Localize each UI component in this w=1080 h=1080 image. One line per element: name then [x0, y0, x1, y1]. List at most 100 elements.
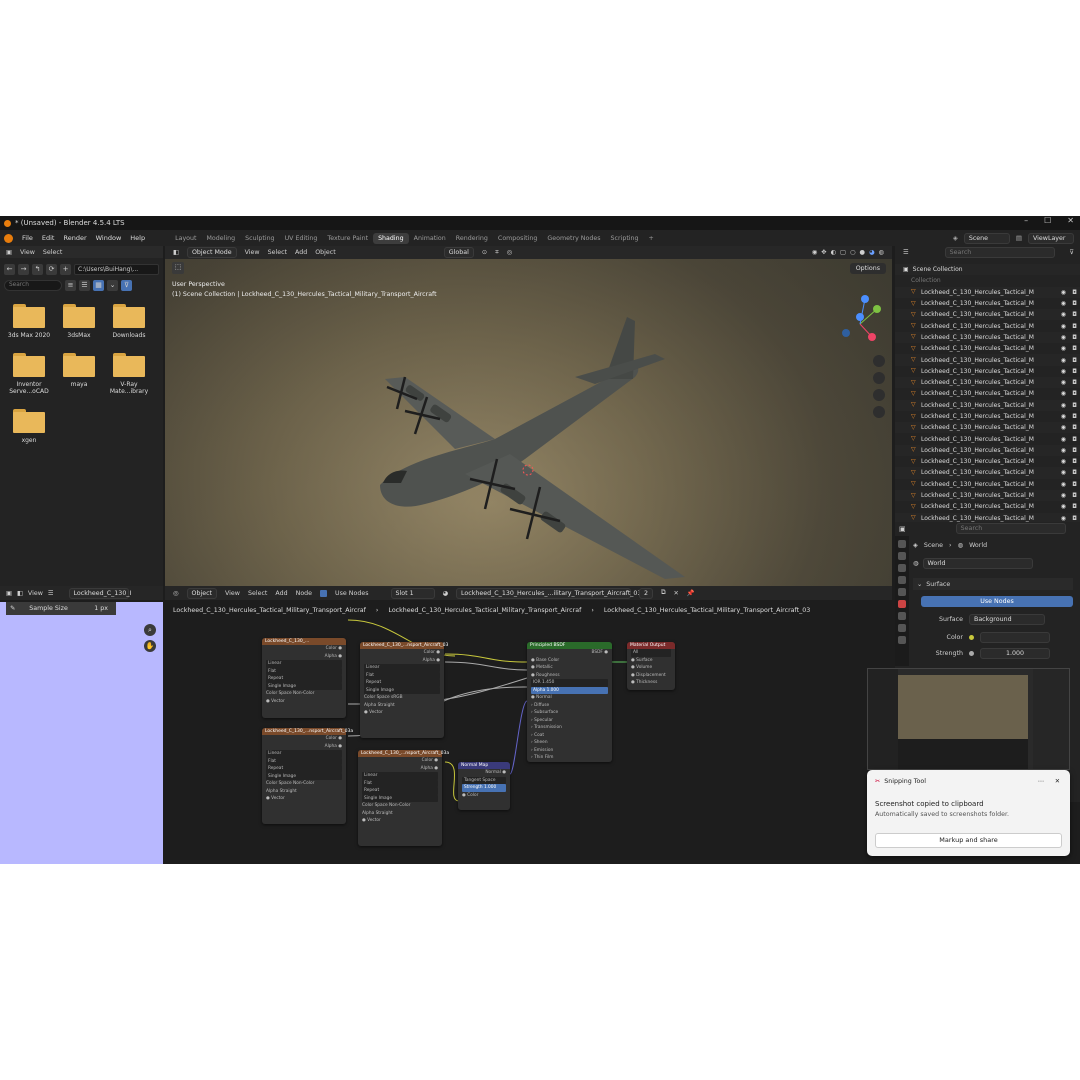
outliner-item[interactable]: ▽ Lockheed_C_130_Hercules_Tactical_M ◉ ◘ [895, 467, 1080, 479]
eye-icon[interactable]: ◉ [1061, 311, 1066, 318]
outliner-search-input[interactable]: Search [944, 246, 1055, 258]
vp-add-menu[interactable]: Add [295, 249, 307, 256]
normal-map-node[interactable]: Normal Map Normal ● Tangent Space Streng… [458, 762, 510, 810]
eye-icon[interactable]: ◉ [1061, 492, 1066, 499]
camera-icon[interactable]: ◘ [1072, 413, 1077, 420]
uv-view-menu[interactable]: View [28, 590, 43, 597]
surface-panel-header[interactable]: Surface [926, 581, 950, 588]
modifier-tab-icon[interactable] [898, 624, 906, 632]
view-layer-tab-icon[interactable] [898, 576, 906, 584]
eye-icon[interactable]: ◉ [1061, 345, 1066, 352]
image-texture-node[interactable]: Lockheed_C_130_...nsport_Aircraft_03a Co… [358, 750, 449, 846]
eye-icon[interactable]: ◉ [1061, 458, 1066, 465]
outliner-item[interactable]: ▽ Lockheed_C_130_Hercules_Tactical_M ◉ ◘ [895, 320, 1080, 331]
eye-icon[interactable]: ◉ [1061, 436, 1066, 443]
wireframe-shading-icon[interactable]: ○ [850, 249, 856, 256]
eye-icon[interactable]: ◉ [1061, 402, 1066, 409]
outliner-item[interactable]: ▽ Lockheed_C_130_Hercules_Tactical_M ◉ ◘ [895, 422, 1080, 434]
rendered-shading-icon[interactable]: ◍ [879, 249, 885, 256]
sample-size-field[interactable]: ✎ Sample Size 1 px [6, 602, 116, 615]
camera-icon[interactable]: ◘ [1072, 402, 1077, 409]
camera-icon[interactable]: ◘ [1072, 447, 1077, 454]
image-texture-node[interactable]: Lockheed_C_130_...nsport_Aircraft_03a Co… [262, 728, 353, 824]
menu-file[interactable]: File [22, 234, 33, 242]
outliner-item[interactable]: ▽ Lockheed_C_130_Hercules_Tactical_M ◉ ◘ [895, 444, 1080, 457]
tab-geometry-nodes[interactable]: Geometry Nodes [542, 233, 605, 244]
use-nodes-button[interactable]: Use Nodes [921, 596, 1073, 607]
menu-render[interactable]: Render [63, 234, 86, 242]
tab-shading[interactable]: Shading [373, 232, 409, 244]
menu-edit[interactable]: Edit [42, 234, 55, 242]
camera-icon[interactable]: ◘ [1072, 345, 1077, 352]
camera-icon[interactable]: ◘ [1072, 311, 1077, 318]
outliner-item[interactable]: ▽ Lockheed_C_130_Hercules_Tactical_M ◉ ◘ [895, 489, 1080, 502]
camera-icon[interactable]: ◘ [1072, 334, 1077, 341]
markup-share-button[interactable]: Markup and share [875, 833, 1062, 848]
vp-object-menu[interactable]: Object [315, 249, 336, 256]
strength-field[interactable]: 1.000 [980, 648, 1050, 659]
eye-icon[interactable]: ◉ [1061, 334, 1066, 341]
solid-shading-icon[interactable]: ● [860, 249, 866, 256]
pan-icon[interactable]: ✋ [144, 640, 156, 652]
image-canvas[interactable] [0, 602, 163, 864]
tab-uv-editing[interactable]: UV Editing [280, 233, 323, 244]
xray-icon[interactable]: ▢ [840, 249, 846, 256]
camera-icon[interactable]: ◘ [1072, 492, 1077, 499]
minimize-icon[interactable]: – [1024, 216, 1028, 225]
fb-search-input[interactable]: Search [4, 279, 62, 291]
eyedropper-icon[interactable]: ✎ [10, 605, 15, 612]
folder-item[interactable]: maya [54, 353, 104, 395]
overlay-icon[interactable]: ◐ [831, 249, 837, 256]
image-selector[interactable]: Lockheed_C_130_I [68, 587, 131, 599]
eye-icon[interactable]: ◉ [1061, 447, 1066, 454]
visibility-icon[interactable]: ◉ [812, 249, 818, 256]
uv-mode-icon[interactable]: ◧ [17, 590, 23, 597]
tab-animation[interactable]: Animation [409, 233, 451, 244]
eye-icon[interactable]: ◉ [1061, 368, 1066, 375]
close-icon[interactable]: ✕ [1055, 778, 1060, 785]
surface-shader-field[interactable]: Background [969, 614, 1045, 625]
color-field[interactable] [980, 632, 1050, 643]
tab-modeling[interactable]: Modeling [202, 233, 241, 244]
forward-icon[interactable]: → [18, 263, 29, 275]
outliner-item[interactable]: ▽ Lockheed_C_130_Hercules_Tactical_M ◉ ◘ [895, 298, 1080, 309]
outliner-collection[interactable]: Collection [895, 275, 1080, 286]
screenshot-thumbnail[interactable] [867, 668, 1070, 770]
editor-type-icon[interactable]: ▣ [6, 590, 12, 597]
filter-icon[interactable]: ⊽ [1069, 249, 1080, 256]
eye-icon[interactable]: ◉ [1061, 323, 1066, 330]
path-field[interactable]: C:\Users\BuiHang\... [74, 263, 159, 275]
camera-icon[interactable]: ◘ [1072, 289, 1077, 296]
scene-tab-icon[interactable] [898, 588, 906, 596]
outliner-item[interactable]: ▽ Lockheed_C_130_Hercules_Tactical_M ◉ ◘ [895, 343, 1080, 354]
camera-icon[interactable]: ◘ [1072, 323, 1077, 330]
proportional-icon[interactable]: ◎ [507, 249, 513, 256]
outliner-item[interactable]: ▽ Lockheed_C_130_Hercules_Tactical_M ◉ ◘ [895, 331, 1080, 344]
view-layer-selector[interactable]: ViewLayer [1028, 232, 1074, 244]
folder-item[interactable]: V-Ray Mate...ibrary [104, 353, 154, 395]
chevron-down-icon[interactable]: ⌄ [917, 581, 922, 588]
options-button[interactable]: Options [849, 263, 886, 274]
eye-icon[interactable]: ◉ [1061, 481, 1066, 488]
editor-type-icon[interactable]: ▣ [899, 525, 906, 533]
eye-icon[interactable]: ◉ [1061, 357, 1066, 364]
outliner-item[interactable]: ▽ Lockheed_C_130_Hercules_Tactical_M ◉ ◘ [895, 388, 1080, 399]
camera-icon[interactable]: ◘ [1072, 436, 1077, 443]
outliner-item[interactable]: ▽ Lockheed_C_130_Hercules_Tactical_M ◉ ◘ [895, 411, 1080, 422]
eye-icon[interactable]: ◉ [1061, 300, 1066, 307]
camera-icon[interactable]: ◘ [1072, 515, 1077, 522]
image-texture-node[interactable]: Lockheed_C_130_... Color ● Alpha ● Linea… [262, 638, 346, 718]
material-shading-icon[interactable]: ◕ [869, 249, 875, 256]
object-mode-dropdown[interactable]: Object Mode [186, 247, 237, 258]
maximize-icon[interactable]: ☐ [1044, 216, 1051, 225]
tab-rendering[interactable]: Rendering [451, 233, 493, 244]
principled-bsdf-node[interactable]: Principled BSDF BSDF ● ● Base Color ● Me… [527, 642, 612, 762]
eye-icon[interactable]: ◉ [1061, 503, 1066, 510]
eye-icon[interactable]: ◉ [1061, 289, 1066, 296]
thumbnail-view-icon[interactable]: ▦ [93, 279, 104, 291]
tab-layout[interactable]: Layout [170, 233, 201, 244]
folder-item[interactable]: 3dsMax [54, 304, 104, 339]
outliner-item[interactable]: ▽ Lockheed_C_130_Hercules_Tactical_M ◉ ◘ [895, 309, 1080, 321]
eye-icon[interactable]: ◉ [1061, 390, 1066, 397]
eye-icon[interactable]: ◉ [1061, 469, 1066, 476]
